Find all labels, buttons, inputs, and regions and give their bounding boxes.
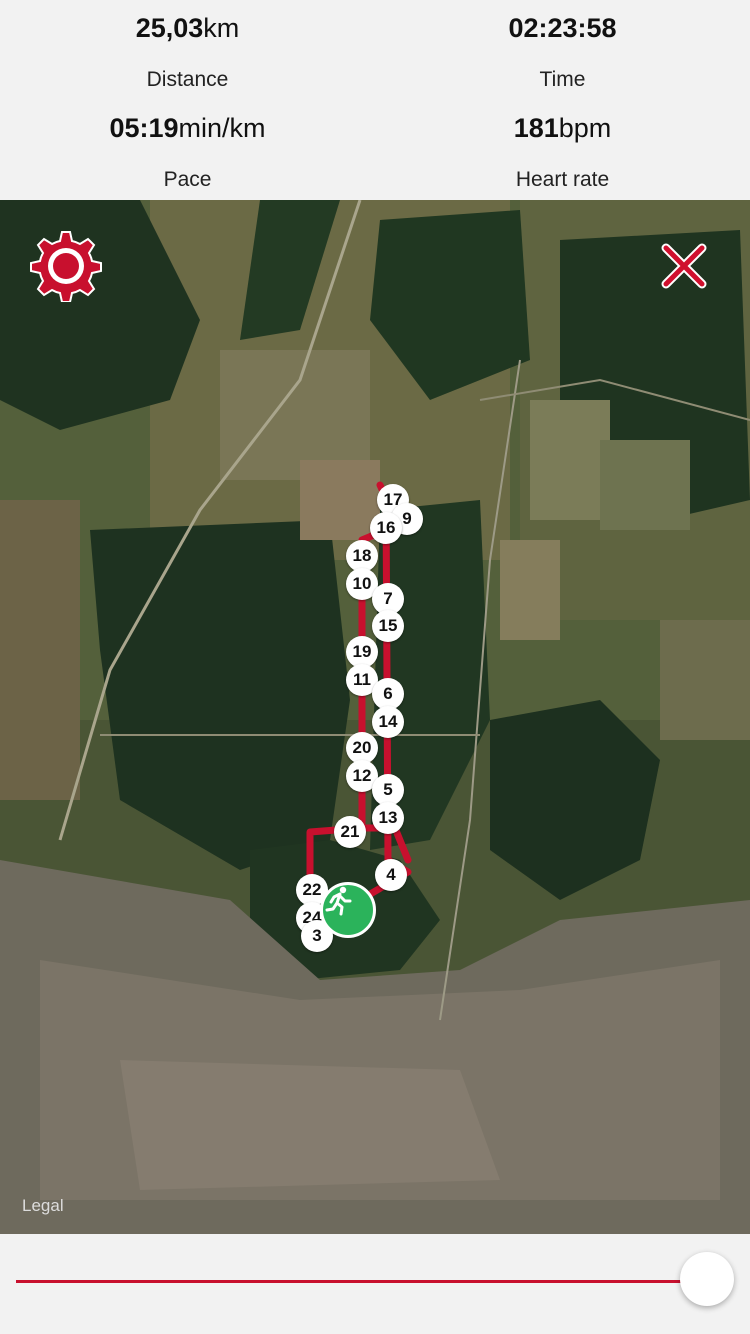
- distance-stat: 25,03km Distance: [0, 12, 375, 94]
- distance-value: 25,03: [135, 13, 204, 43]
- distance-unit: km: [203, 13, 240, 43]
- heart-rate-unit: bpm: [558, 113, 612, 143]
- pace-value: 05:19: [109, 113, 179, 143]
- pace-stat: 05:19min/km Pace: [0, 112, 375, 194]
- heart-rate-value: 181: [513, 113, 559, 143]
- time-value: 02:23:58: [508, 13, 617, 43]
- km-marker[interactable]: 14: [372, 706, 404, 738]
- pace-label: Pace: [163, 168, 212, 191]
- gear-icon: [30, 231, 102, 302]
- playback-thumb[interactable]: [680, 1252, 734, 1306]
- km-marker[interactable]: 13: [372, 802, 404, 834]
- heart-rate-label: Heart rate: [515, 168, 610, 191]
- legal-link[interactable]: Legal: [22, 1196, 64, 1216]
- time-stat: 02:23:58 Time: [375, 12, 750, 94]
- settings-button[interactable]: [30, 230, 102, 302]
- pace-unit: min/km: [178, 113, 266, 143]
- start-marker[interactable]: [320, 882, 376, 938]
- km-marker[interactable]: 21: [334, 816, 366, 848]
- distance-label: Distance: [146, 68, 229, 91]
- playback-bar: [0, 1234, 750, 1334]
- playback-track[interactable]: [16, 1280, 706, 1283]
- km-marker[interactable]: 15: [372, 610, 404, 642]
- runner-icon: [325, 886, 352, 916]
- satellite-map[interactable]: 17 9 16 18 10 7 15 19 11 6 14 20 12 5 13…: [0, 200, 750, 1234]
- time-label: Time: [539, 68, 586, 91]
- km-marker[interactable]: 16: [370, 512, 402, 544]
- close-button[interactable]: [660, 242, 708, 290]
- stats-panel: 25,03km Distance 02:23:58 Time 05:19min/…: [0, 0, 750, 200]
- heart-rate-stat: 181bpm Heart rate: [375, 112, 750, 194]
- km-marker[interactable]: 4: [375, 859, 407, 891]
- close-icon: [661, 243, 707, 289]
